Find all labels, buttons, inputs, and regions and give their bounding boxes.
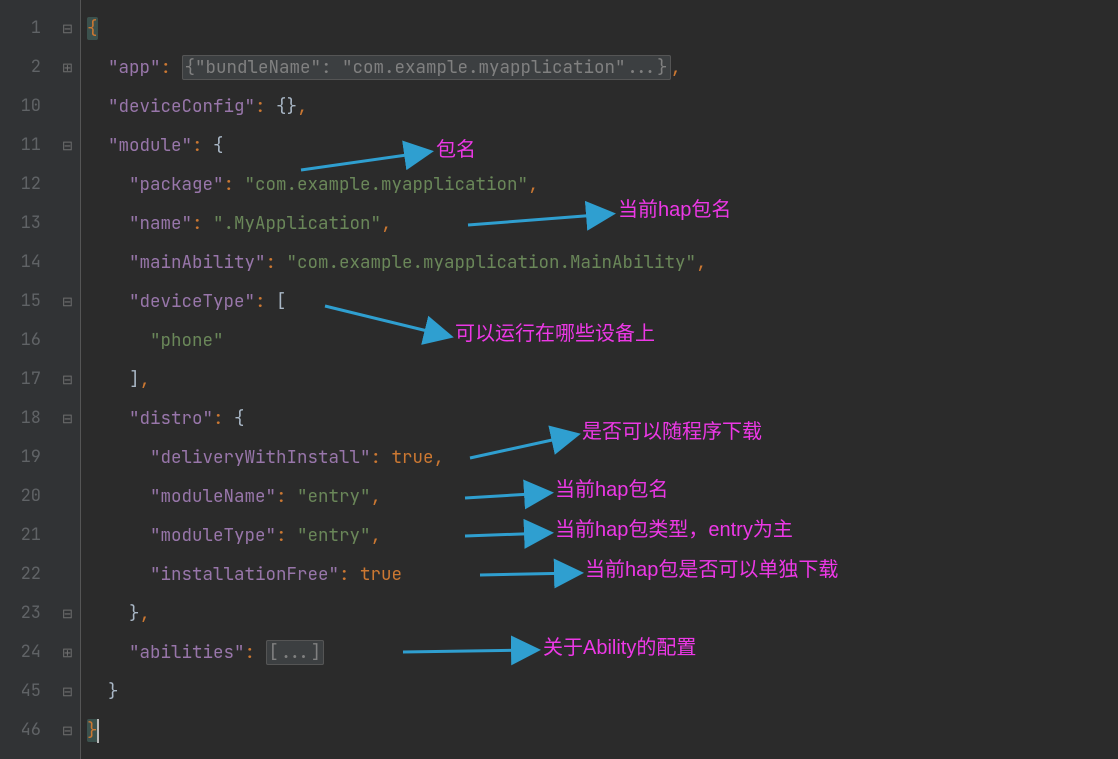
fold-toggle-collapse-icon[interactable]: ⊟ [55,282,80,321]
fold-gutter-cell [55,555,80,594]
fold-gutter: ⊟ ⊞ ⊟ ⊟ ⊟ ⊟ ⊟ ⊞ ⊟ ⊟ [55,0,81,759]
json-value: "com.example.myapplication" [245,173,529,196]
line-number: 22 [0,555,41,594]
code-line[interactable]: "app": {"bundleName": "com.example.myapp… [87,48,1118,87]
line-number-gutter: 1 2 10 11 12 13 14 15 16 17 18 19 20 21 … [0,0,55,759]
line-number: 20 [0,477,41,516]
code-line[interactable]: "phone" [87,321,1118,360]
json-key: "distro" [129,407,213,430]
fold-toggle-collapse-icon[interactable]: ⊟ [55,594,80,633]
json-key: "moduleType" [150,524,276,547]
code-line[interactable]: "deviceConfig": {}, [87,87,1118,126]
text-caret [97,719,99,743]
line-number: 19 [0,438,41,477]
code-line[interactable]: "deviceType": [ [87,282,1118,321]
line-number: 24 [0,633,41,672]
fold-toggle-expand-icon[interactable]: ⊞ [55,633,80,672]
fold-toggle-collapse-icon[interactable]: ⊟ [55,399,80,438]
json-key: "module" [108,134,192,157]
fold-gutter-cell [55,165,80,204]
line-number: 23 [0,594,41,633]
json-key: "deviceConfig" [108,95,255,118]
json-key: "mainAbility" [129,251,266,274]
fold-gutter-cell [55,438,80,477]
line-number: 10 [0,87,41,126]
fold-toggle-expand-icon[interactable]: ⊞ [55,48,80,87]
json-key: "deviceType" [129,290,255,313]
code-line[interactable]: "installationFree": true [87,555,1118,594]
json-key: "name" [129,212,192,235]
code-line[interactable]: "mainAbility": "com.example.myapplicatio… [87,243,1118,282]
line-number: 13 [0,204,41,243]
fold-toggle-collapse-icon[interactable]: ⊟ [55,360,80,399]
line-number: 15 [0,282,41,321]
code-line[interactable]: "module": { [87,126,1118,165]
line-number: 12 [0,165,41,204]
json-value: "entry" [297,485,371,508]
fold-gutter-cell [55,516,80,555]
json-key: "abilities" [129,641,245,664]
fold-toggle-collapse-icon[interactable]: ⊟ [55,9,80,48]
fold-gutter-cell [55,87,80,126]
fold-toggle-collapse-icon[interactable]: ⊟ [55,672,80,711]
json-key: "app" [108,56,161,79]
line-number: 1 [0,9,41,48]
line-number: 18 [0,399,41,438]
code-line[interactable]: "abilities": [...] [87,633,1118,672]
line-number: 17 [0,360,41,399]
fold-gutter-cell [55,321,80,360]
line-number: 16 [0,321,41,360]
line-number: 45 [0,672,41,711]
line-number: 11 [0,126,41,165]
json-key: "package" [129,173,224,196]
fold-gutter-cell [55,477,80,516]
code-line[interactable]: "name": ".MyApplication", [87,204,1118,243]
code-line[interactable]: "moduleName": "entry", [87,477,1118,516]
code-line[interactable]: ], [87,360,1118,399]
fold-gutter-cell [55,243,80,282]
json-value: true [392,446,434,469]
json-value: {} [276,95,297,118]
json-value: "com.example.myapplication.MainAbility" [287,251,697,274]
json-key: "deliveryWithInstall" [150,446,371,469]
json-value: true [360,563,402,586]
line-number: 14 [0,243,41,282]
code-line[interactable]: "moduleType": "entry", [87,516,1118,555]
json-key: "installationFree" [150,563,339,586]
fold-gutter-cell [55,204,80,243]
json-key: "moduleName" [150,485,276,508]
code-line[interactable]: } [87,672,1118,711]
line-number: 46 [0,711,41,750]
line-number: 21 [0,516,41,555]
code-area[interactable]: { "app": {"bundleName": "com.example.mya… [81,0,1118,759]
open-brace: { [87,17,98,40]
json-value: "entry" [297,524,371,547]
code-line[interactable]: "package": "com.example.myapplication", [87,165,1118,204]
fold-toggle-collapse-icon[interactable]: ⊟ [55,126,80,165]
fold-toggle-collapse-icon[interactable]: ⊟ [55,711,80,750]
line-number: 2 [0,48,41,87]
json-value: ".MyApplication" [213,212,381,235]
code-line[interactable]: } [87,711,1118,750]
json-value: "phone" [150,329,224,352]
folded-region[interactable]: [...] [266,640,325,665]
code-line[interactable]: "deliveryWithInstall": true, [87,438,1118,477]
folded-region[interactable]: {"bundleName": "com.example.myapplicatio… [182,55,671,80]
code-line[interactable]: }, [87,594,1118,633]
code-editor: 1 2 10 11 12 13 14 15 16 17 18 19 20 21 … [0,0,1118,759]
code-line[interactable]: "distro": { [87,399,1118,438]
code-line[interactable]: { [87,9,1118,48]
